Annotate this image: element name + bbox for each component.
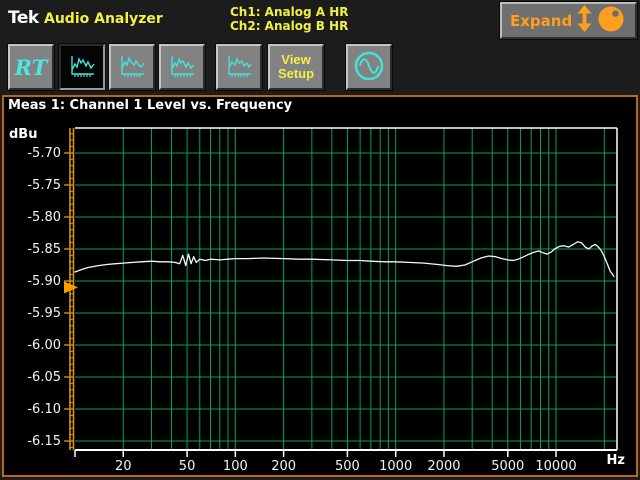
view-setup-button[interactable]: View Setup <box>268 44 324 90</box>
x-tick-label: 1000 <box>379 459 412 474</box>
view-setup-label-line1: View <box>281 52 310 67</box>
y-axis-unit-label: dBu <box>9 127 37 142</box>
channel1-level-trace <box>75 242 614 277</box>
trace-display-1-button[interactable] <box>59 44 105 90</box>
x-tick-label: 20 <box>115 459 132 474</box>
y-tick-label: -5.90 <box>27 274 61 289</box>
y-tick-label: -6.10 <box>27 402 61 417</box>
audio-analyzer-screen: Tek Audio Analyzer Ch1: Analog A HR Ch2:… <box>0 0 640 480</box>
y-tick-label: -6.15 <box>27 434 61 449</box>
waveform-icon <box>117 53 147 82</box>
y-tick-label: -5.70 <box>27 146 61 161</box>
y-tick-label: -5.80 <box>27 210 61 225</box>
sine-icon <box>352 49 386 86</box>
waveform-icon <box>67 53 97 82</box>
waveform-icon <box>167 53 197 82</box>
view-setup-label-line2: Setup <box>278 66 314 81</box>
trace-display-2-button[interactable] <box>109 44 155 90</box>
toolbar: RT <box>0 44 392 92</box>
rt-button[interactable]: RT <box>8 44 54 90</box>
trace-display-3-button[interactable] <box>159 44 205 90</box>
waveform-icon <box>224 53 254 82</box>
y-tick-label: -5.95 <box>27 306 61 321</box>
x-tick-label: 10000 <box>535 459 576 474</box>
y-tick-label: -5.85 <box>27 242 61 257</box>
x-tick-label: 50 <box>179 459 196 474</box>
ch2-info: Ch2: Analog B HR <box>230 19 348 33</box>
x-tick-label: 200 <box>271 459 296 474</box>
app-title: Audio Analyzer <box>44 11 163 27</box>
trace-display-4-button[interactable] <box>216 44 262 90</box>
y-tick-label: -5.75 <box>27 178 61 193</box>
knob-icon <box>597 5 625 37</box>
ch1-info: Ch1: Analog A HR <box>230 5 348 19</box>
expand-label: Expand <box>510 12 572 30</box>
channel-info: Ch1: Analog A HR Ch2: Analog B HR <box>230 5 348 33</box>
y-tick-label: -6.05 <box>27 370 61 385</box>
up-down-arrow-icon <box>577 5 592 36</box>
y-tick-label: -6.00 <box>27 338 61 353</box>
x-tick-label: 5000 <box>491 459 524 474</box>
x-tick-label: 500 <box>335 459 360 474</box>
level-vs-frequency-chart: -5.70 -5.75 -5.80 -5.85 -5.90 -5.95 -6.00 -6.05… <box>4 97 636 475</box>
signal-generator-button[interactable] <box>346 44 392 90</box>
x-tick-label: 100 <box>223 459 248 474</box>
x-axis-unit-label: Hz <box>607 453 625 468</box>
tek-logo: Tek <box>8 8 39 28</box>
rt-label: RT <box>15 55 48 80</box>
x-tick-label: 2000 <box>427 459 460 474</box>
expand-button[interactable]: Expand <box>500 2 637 39</box>
measurement-panel: Meas 1: Channel 1 Level vs. Frequency -5… <box>2 95 638 477</box>
reference-marker-arrow <box>64 281 78 293</box>
